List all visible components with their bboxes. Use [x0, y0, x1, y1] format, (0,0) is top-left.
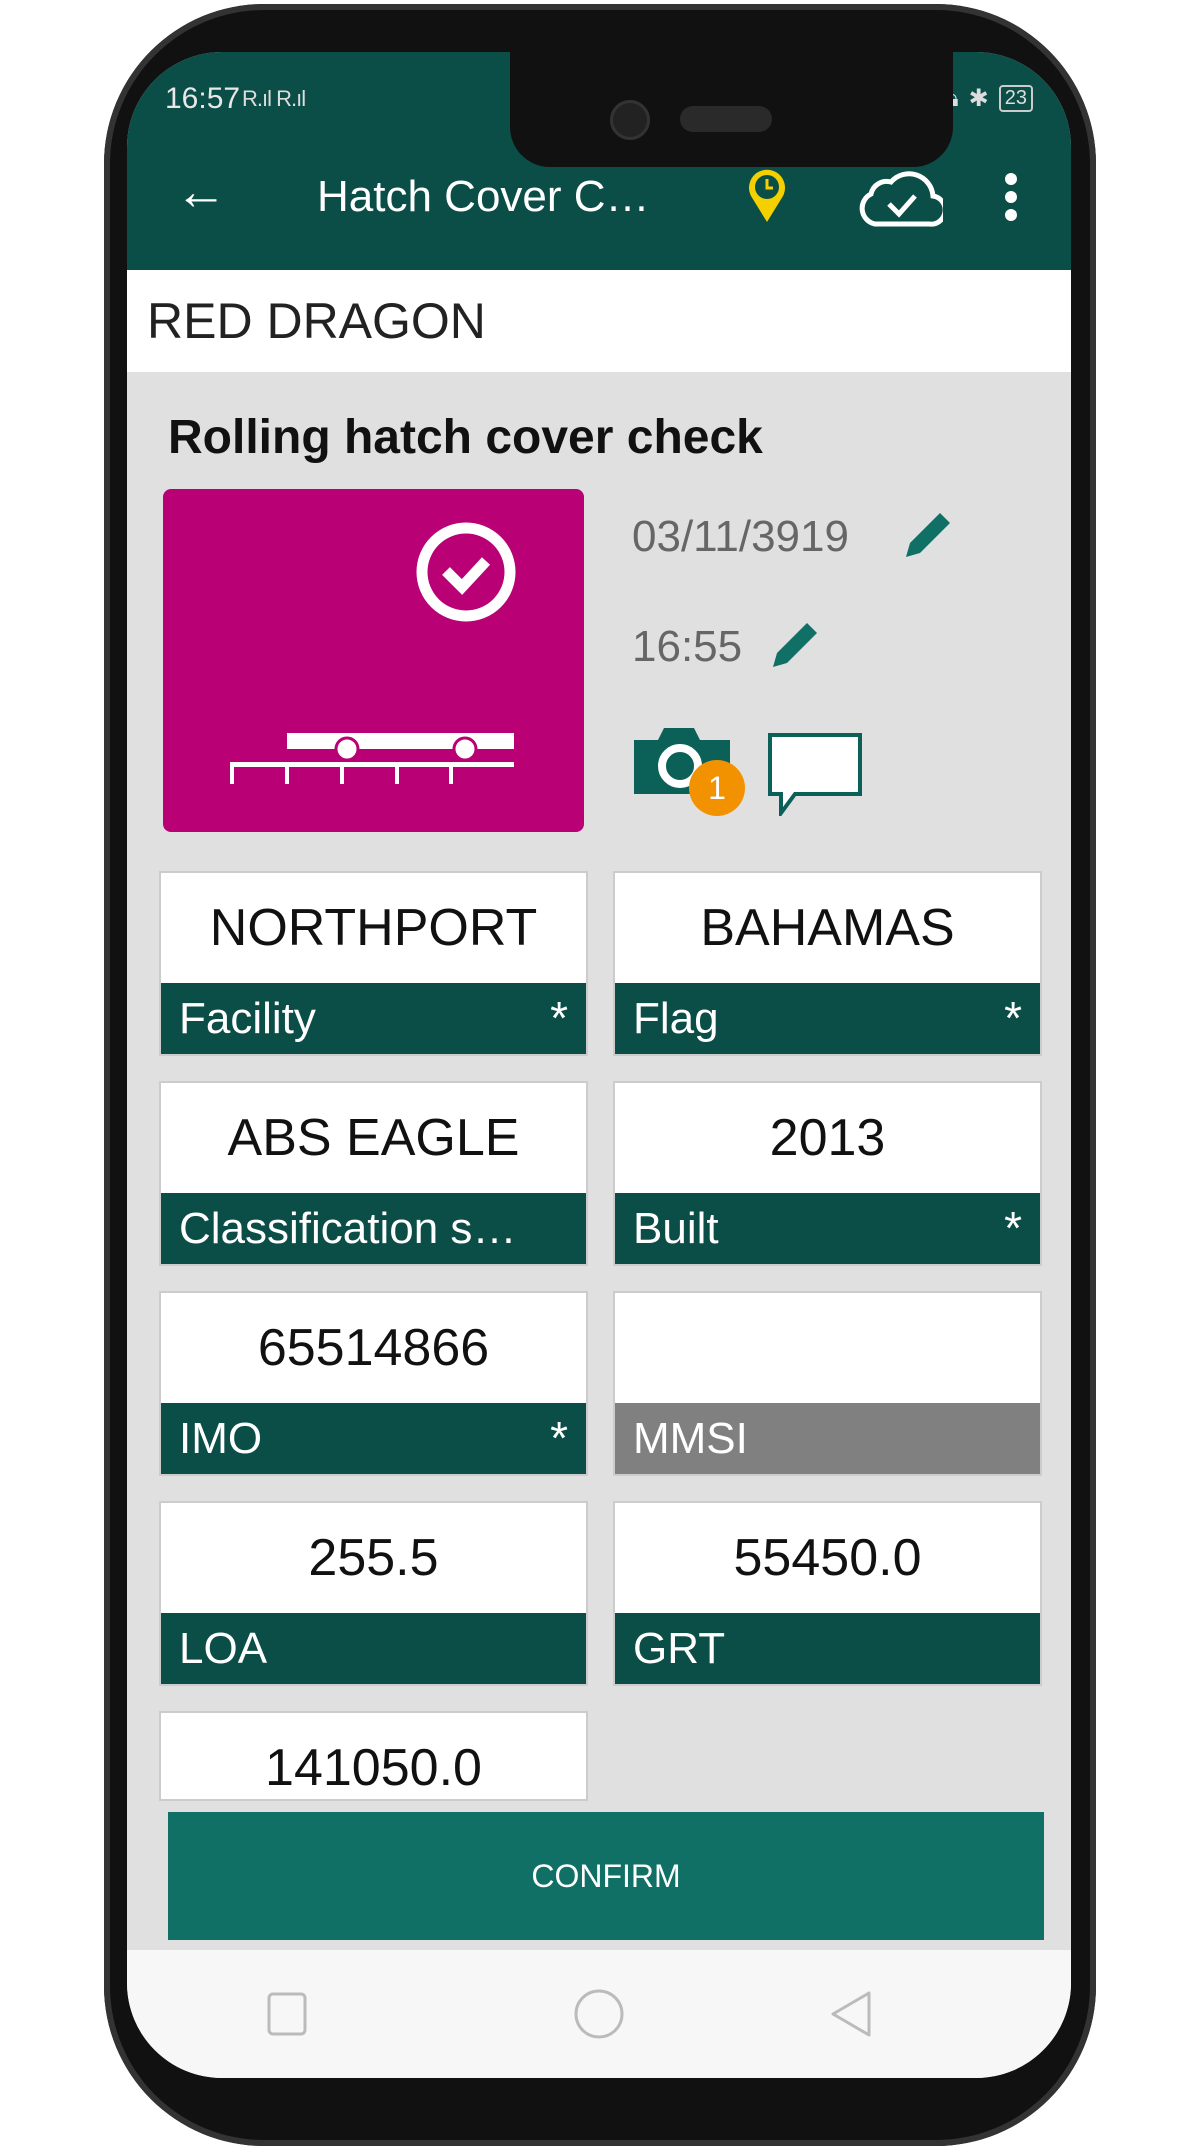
check-time: 16:55 — [632, 622, 743, 671]
field-facility[interactable]: NORTHPORT Facility * — [159, 871, 588, 1056]
android-nav-bar — [127, 1950, 1071, 2078]
field-mmsi[interactable]: MMSI — [613, 1291, 1042, 1476]
status-time: 16:57 — [165, 82, 241, 115]
speaker — [680, 106, 772, 132]
vessel-name: RED DRAGON — [147, 293, 486, 349]
field-label-text: MMSI — [633, 1414, 748, 1463]
required-asterisk-icon: * — [1004, 992, 1022, 1044]
check-status-tile[interactable] — [163, 489, 584, 832]
field-label: Facility * — [161, 983, 586, 1054]
arrow-left-icon[interactable]: ← — [175, 162, 227, 222]
field-value[interactable]: ABS EAGLE — [161, 1083, 586, 1193]
field-flag[interactable]: BAHAMAS Flag * — [613, 871, 1042, 1056]
confirm-button[interactable]: CONFIRM — [168, 1812, 1044, 1940]
required-asterisk-icon: * — [550, 992, 568, 1044]
hatch-cover-icon — [230, 522, 516, 784]
check-title: Rolling hatch cover check — [168, 411, 763, 464]
field-label-text: Classification society — [179, 1204, 586, 1253]
field-label: Built * — [615, 1193, 1040, 1264]
recents-square-icon[interactable] — [267, 1992, 307, 2036]
vessel-header: RED DRAGON — [127, 270, 1071, 372]
required-asterisk-icon: * — [1004, 1202, 1022, 1254]
location-clock-pin-icon[interactable] — [747, 168, 787, 224]
field-classification-society[interactable]: ABS EAGLE Classification society — [159, 1081, 588, 1266]
field-label: LOA — [161, 1613, 586, 1684]
field-imo[interactable]: 65514866 IMO * — [159, 1291, 588, 1476]
field-label-text: Facility — [179, 994, 316, 1043]
screen: 16:57 R.ıl R.ıl 🔒︎ ✱ 23 ← Hatch Cover Ch… — [127, 52, 1071, 2078]
field-label-text: Flag — [633, 994, 719, 1043]
field-label: Flag * — [615, 983, 1040, 1054]
field-label: GRT — [615, 1613, 1040, 1684]
field-value[interactable]: 55450.0 — [615, 1503, 1040, 1613]
front-camera — [610, 100, 650, 140]
status-icons: 🔒︎ ✱ 23 — [946, 84, 1033, 113]
field-built[interactable]: 2013 Built * — [613, 1081, 1042, 1266]
field-unlabeled[interactable]: 141050.0 — [159, 1711, 588, 1801]
field-value[interactable]: 141050.0 — [161, 1713, 586, 1823]
field-value[interactable]: 65514866 — [161, 1293, 586, 1403]
home-circle-icon[interactable] — [573, 1988, 625, 2040]
field-label-text: LOA — [179, 1624, 268, 1673]
field-value[interactable]: BAHAMAS — [615, 873, 1040, 983]
required-asterisk-icon: * — [550, 1412, 568, 1464]
check-date: 03/11/3919 — [632, 512, 849, 561]
field-label-text: IMO — [179, 1414, 263, 1463]
more-vertical-icon[interactable] — [1004, 172, 1018, 222]
field-label-text: Built — [633, 1204, 719, 1253]
page-title: Hatch Cover Check — [317, 172, 657, 221]
field-value[interactable]: NORTHPORT — [161, 873, 586, 983]
comment-icon[interactable] — [767, 732, 863, 816]
field-value[interactable]: 2013 — [615, 1083, 1040, 1193]
photo-count-badge: 1 — [689, 760, 745, 816]
field-label: IMO * — [161, 1403, 586, 1474]
back-triangle-icon[interactable] — [829, 1990, 873, 2038]
field-label: Classification society — [161, 1193, 586, 1264]
battery-icon: 23 — [998, 85, 1033, 112]
signal-icon: R.ıl R.ıl — [242, 86, 306, 111]
field-label: MMSI — [615, 1403, 1040, 1474]
field-label-text: GRT — [633, 1624, 726, 1673]
field-loa[interactable]: 255.5 LOA — [159, 1501, 588, 1686]
edit-date-pencil-icon[interactable] — [902, 507, 956, 561]
field-grt[interactable]: 55450.0 GRT — [613, 1501, 1042, 1686]
edit-time-pencil-icon[interactable] — [769, 617, 823, 671]
field-value[interactable] — [615, 1293, 1040, 1403]
cloud-check-icon[interactable] — [857, 162, 943, 228]
bluetooth-icon: ✱ — [968, 85, 989, 112]
field-value[interactable]: 255.5 — [161, 1503, 586, 1613]
